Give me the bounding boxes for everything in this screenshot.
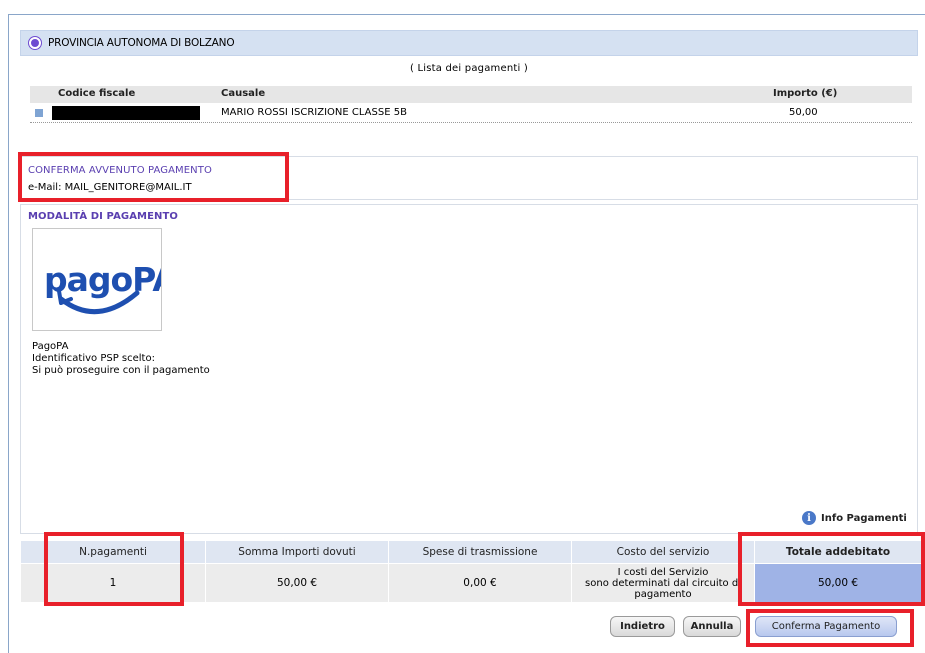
summary-npagamenti: 1 <box>20 563 206 603</box>
list-header: Codice fiscale Causale Importo (€) <box>30 86 912 103</box>
summary-col-costo: Costo del servizio <box>571 540 755 564</box>
conferma-section: CONFERMA AVVENUTO PAGAMENTO e-Mail: MAIL… <box>20 156 918 200</box>
summary-table: N.pagamenti Somma Importi dovuti Spese d… <box>20 540 922 603</box>
pagopa-logo: pagoPA <box>44 260 179 314</box>
codice-fiscale-redacted <box>52 106 200 120</box>
summary-col-npagamenti: N.pagamenti <box>20 540 206 564</box>
conferma-pagamento-button[interactable]: Conferma Pagamento <box>755 616 897 637</box>
col-codice-fiscale: Codice fiscale <box>58 88 136 99</box>
col-importo: Importo (€) <box>773 88 838 99</box>
list-caption: ( Lista dei pagamenti ) <box>410 63 528 74</box>
row-causale: MARIO ROSSI ISCRIZIONE CLASSE 5B <box>221 107 407 118</box>
summary-costo-line2: sono determinati dal circuito di <box>585 577 741 589</box>
frame-top-border <box>8 14 925 15</box>
summary-costo-line1: I costi del Servizio <box>617 566 709 578</box>
proceed-note: Si può proseguire con il pagamento <box>32 365 210 376</box>
ente-header: PROVINCIA AUTONOMA DI BOLZANO <box>20 30 918 56</box>
annulla-button[interactable]: Annulla <box>683 616 741 637</box>
conferma-email: e-Mail: MAIL_GENITORE@MAIL.IT <box>28 182 192 193</box>
pagopa-logo-text: pagoPA <box>44 260 161 299</box>
summary-value-row: 1 50,00 € 0,00 € I costi del Servizio so… <box>20 563 922 603</box>
summary-header-row: N.pagamenti Somma Importi dovuti Spese d… <box>20 540 922 564</box>
psp-label: Identificativo PSP scelto: <box>32 353 155 364</box>
info-pagamenti-link[interactable]: i Info Pagamenti <box>802 511 907 525</box>
pagopa-logo-card[interactable]: pagoPA <box>32 228 179 331</box>
summary-somma: 50,00 € <box>205 563 389 603</box>
conferma-title: CONFERMA AVVENUTO PAGAMENTO <box>28 165 212 176</box>
ente-name: PROVINCIA AUTONOMA DI BOLZANO <box>48 37 235 49</box>
table-row: MARIO ROSSI ISCRIZIONE CLASSE 5B 50,00 <box>30 104 912 123</box>
summary-spese: 0,00 € <box>388 563 572 603</box>
ente-radio[interactable] <box>29 37 41 49</box>
summary-totale: 50,00 € <box>754 563 922 603</box>
summary-costo: I costi del Servizio sono determinati da… <box>571 563 755 603</box>
summary-col-spese: Spese di trasmissione <box>388 540 572 564</box>
indietro-button[interactable]: Indietro <box>610 616 675 637</box>
modalita-title: MODALITÀ DI PAGAMENTO <box>28 211 179 222</box>
summary-costo-line3: pagamento <box>634 588 692 600</box>
col-causale: Causale <box>221 88 266 99</box>
row-importo: 50,00 <box>789 107 818 118</box>
summary-col-totale: Totale addebitato <box>754 540 922 564</box>
pagopa-name: PagoPA <box>32 341 69 352</box>
frame-left-border <box>8 14 9 653</box>
row-bullet-icon <box>35 109 43 117</box>
summary-col-somma: Somma Importi dovuti <box>205 540 389 564</box>
info-pagamenti-label: Info Pagamenti <box>821 512 907 524</box>
modalita-details: PagoPA Identificativo PSP scelto: Si può… <box>32 341 210 377</box>
info-icon: i <box>802 511 816 525</box>
